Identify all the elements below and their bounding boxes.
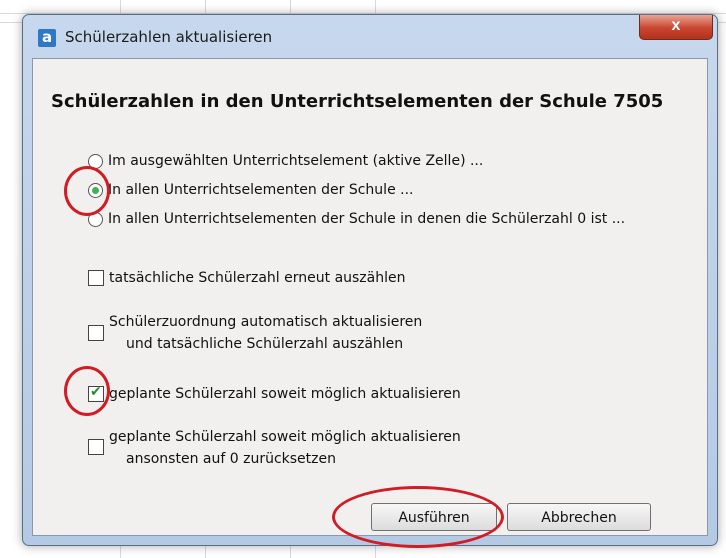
annotation-circle-execute (332, 486, 504, 548)
radio-label: Im ausgewählten Unterrichtselement (akti… (108, 153, 484, 169)
checkbox-label: Schülerzuordnung automatisch aktualisier… (109, 314, 423, 330)
radio-label: In allen Unterrichtselementen der Schule… (108, 211, 626, 227)
dialog-content: Schülerzahlen in den Unterrichtselemente… (32, 58, 708, 536)
window-title: Schülerzahlen aktualisieren (65, 28, 273, 46)
checkbox[interactable] (88, 270, 104, 286)
app-logo-icon: a (38, 29, 56, 47)
checkbox-label-line2: und tatsächliche Schülerzahl auszählen (126, 336, 404, 352)
checkbox[interactable] (88, 325, 104, 341)
radio-label: In allen Unterrichtselementen der Schule… (108, 182, 414, 198)
checkbox-label: geplante Schülerzahl soweit möglich aktu… (109, 386, 461, 402)
checkbox[interactable] (88, 439, 104, 455)
checkbox-label: geplante Schülerzahl soweit möglich aktu… (109, 429, 461, 445)
title-bar: a Schülerzahlen aktualisieren x (23, 15, 717, 51)
close-button[interactable]: x (639, 15, 713, 40)
checkbox-label-line2: ansonsten auf 0 zurücksetzen (126, 451, 336, 467)
checkbox-label: tatsächliche Schülerzahl erneut auszähle… (109, 270, 406, 286)
annotation-circle-checkbox (64, 366, 110, 416)
annotation-circle-radio (64, 166, 110, 216)
dialog-heading: Schülerzahlen in den Unterrichtselemente… (51, 91, 664, 112)
dialog-window: a Schülerzahlen aktualisieren x Schülerz… (22, 14, 718, 546)
cancel-button[interactable]: Abbrechen (507, 503, 651, 531)
